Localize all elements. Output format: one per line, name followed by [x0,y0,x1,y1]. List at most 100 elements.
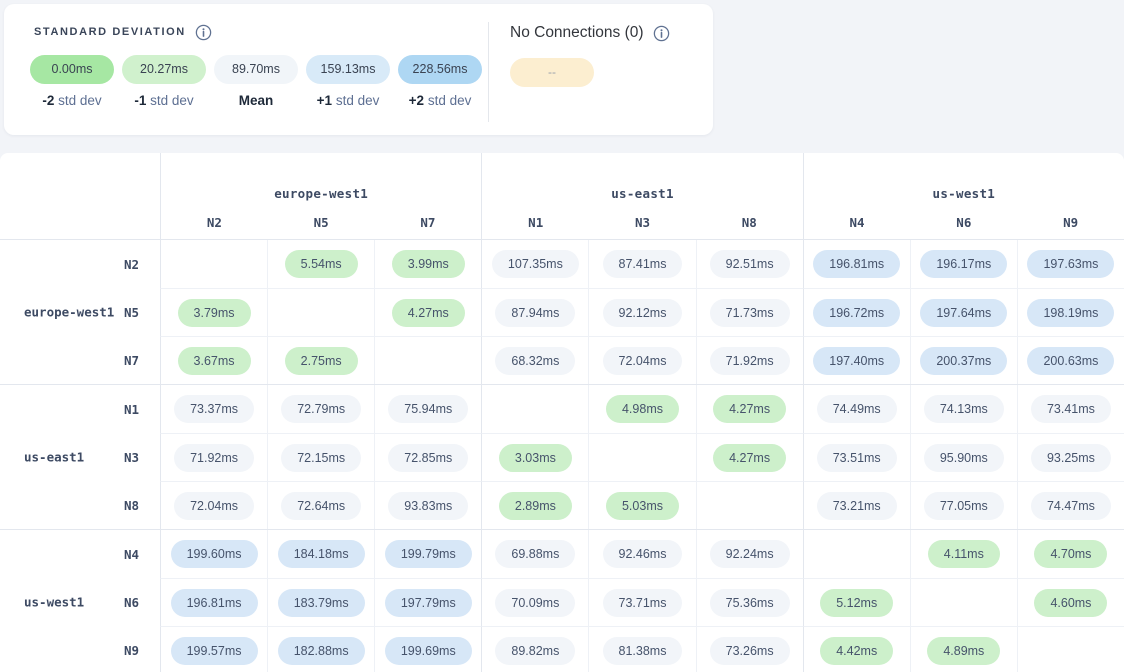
matrix-cell-N7-c9: 200.63ms [1017,336,1124,384]
matrix-cell-N3-c2: 72.15ms [267,433,374,481]
latency-pill[interactable]: 4.11ms [928,540,1000,568]
latency-pill[interactable]: 70.09ms [495,589,575,617]
latency-pill[interactable]: 95.90ms [924,444,1004,472]
latency-pill[interactable]: 4.27ms [713,395,786,423]
latency-pill[interactable]: 4.42ms [820,637,893,665]
matrix-cell-N7-c5: 72.04ms [588,336,695,384]
matrix-cell-N3-c6: 4.27ms [696,433,803,481]
legend-stop-label: -1 std dev [134,93,193,108]
row-header-N8: N8 [0,481,160,529]
latency-pill[interactable]: 3.99ms [392,250,465,278]
latency-pill[interactable]: 92.24ms [710,540,790,568]
legend-pill-value: 0.00ms [30,55,114,84]
latency-pill[interactable]: 93.83ms [388,492,468,520]
latency-pill[interactable]: 199.79ms [385,540,472,568]
latency-pill[interactable]: 199.60ms [171,540,258,568]
latency-pill[interactable]: 3.03ms [499,444,572,472]
latency-pill[interactable]: 87.94ms [495,299,575,327]
latency-pill[interactable]: 69.88ms [495,540,575,568]
latency-pill[interactable]: 183.79ms [278,589,365,617]
latency-pill[interactable]: 3.79ms [178,299,251,327]
latency-pill[interactable]: 75.36ms [710,589,790,617]
latency-pill[interactable]: 72.15ms [281,444,361,472]
latency-pill[interactable]: 71.92ms [710,347,790,375]
latency-pill[interactable]: 74.13ms [924,395,1004,423]
latency-pill[interactable]: 72.04ms [174,492,254,520]
matrix-cell-N1-c6: 4.27ms [696,385,803,433]
latency-pill[interactable]: 93.25ms [1031,444,1111,472]
latency-pill[interactable]: 196.81ms [813,250,900,278]
latency-pill[interactable]: 73.71ms [603,589,683,617]
latency-pill[interactable]: 92.46ms [603,540,683,568]
latency-pill[interactable]: 73.51ms [817,444,897,472]
info-icon[interactable] [195,24,212,41]
latency-pill[interactable]: 74.49ms [817,395,897,423]
latency-pill[interactable]: 197.64ms [920,299,1007,327]
latency-pill[interactable]: 73.26ms [710,637,790,665]
latency-pill[interactable]: 107.35ms [492,250,579,278]
matrix-cell-N1-c5: 4.98ms [588,385,695,433]
latency-pill[interactable]: 196.17ms [920,250,1007,278]
latency-pill[interactable]: 73.21ms [817,492,897,520]
latency-pill[interactable]: 81.38ms [603,637,683,665]
latency-pill[interactable]: 72.64ms [281,492,361,520]
column-header-N2: N2 [161,215,268,230]
row-group-label-europe-west1: europe-west1 [24,305,114,320]
latency-pill[interactable]: 198.19ms [1027,299,1114,327]
latency-pill[interactable]: 77.05ms [924,492,1004,520]
matrix-cell-N6-c3: 197.79ms [374,578,481,626]
latency-pill[interactable]: 2.89ms [499,492,572,520]
latency-pill[interactable]: 87.41ms [603,250,683,278]
latency-pill[interactable]: 200.37ms [920,347,1007,375]
latency-pill[interactable]: 68.32ms [495,347,575,375]
latency-pill[interactable]: 73.41ms [1031,395,1111,423]
matrix-row-N2: N2 5.54ms 3.99ms 107.35ms 87.41ms 92.51ms 196.… [0,240,1124,288]
info-icon[interactable] [653,25,670,42]
latency-pill[interactable]: 75.94ms [388,395,468,423]
latency-pill[interactable]: 4.89ms [927,637,1000,665]
latency-pill[interactable]: 5.12ms [820,589,893,617]
matrix-cell-N3-c9: 93.25ms [1017,433,1124,481]
latency-pill[interactable]: 71.73ms [710,299,790,327]
latency-pill[interactable]: 74.47ms [1031,492,1111,520]
latency-pill[interactable]: 92.51ms [710,250,790,278]
latency-pill[interactable]: 197.79ms [385,589,472,617]
matrix-cell-N3-c7: 73.51ms [803,433,910,481]
latency-pill[interactable]: 4.27ms [392,299,465,327]
matrix-cell-N4-c5: 92.46ms [588,530,695,578]
latency-pill[interactable]: 199.57ms [171,637,258,665]
legend-stop-label: +2 std dev [409,93,472,108]
no-connections-legend: No Connections (0) -- [510,24,670,87]
matrix-cell-N6-c8 [910,578,1017,626]
latency-pill[interactable]: 4.98ms [606,395,679,423]
row-header-N1: N1 [0,385,160,433]
latency-pill[interactable]: 2.75ms [285,347,358,375]
latency-pill[interactable]: 196.72ms [813,299,900,327]
row-header-N2: N2 [0,240,160,288]
latency-pill[interactable]: 3.67ms [178,347,251,375]
latency-pill[interactable]: 72.85ms [388,444,468,472]
latency-pill[interactable]: 72.04ms [603,347,683,375]
latency-pill[interactable]: 92.12ms [603,299,683,327]
latency-pill[interactable]: 4.60ms [1034,589,1107,617]
latency-pill[interactable]: 73.37ms [174,395,254,423]
latency-pill[interactable]: 197.40ms [813,347,900,375]
latency-pill[interactable]: 4.27ms [713,444,786,472]
latency-pill[interactable]: 182.88ms [278,637,365,665]
legend-stop-label: Mean [239,93,274,108]
latency-pill[interactable]: 5.54ms [285,250,358,278]
matrix-cell-N5-c9: 198.19ms [1017,288,1124,336]
column-group-us-west1: us-west1N4N6N9 [803,153,1124,239]
latency-pill[interactable]: 184.18ms [278,540,365,568]
latency-pill[interactable]: 89.82ms [495,637,575,665]
latency-pill[interactable]: 71.92ms [174,444,254,472]
latency-pill[interactable]: 72.79ms [281,395,361,423]
latency-pill[interactable]: 196.81ms [171,589,258,617]
matrix-cell-N5-c8: 197.64ms [910,288,1017,336]
latency-pill[interactable]: 199.69ms [385,637,472,665]
latency-pill[interactable]: 5.03ms [606,492,679,520]
matrix-cell-N7-c2: 2.75ms [267,336,374,384]
latency-pill[interactable]: 4.70ms [1034,540,1107,568]
latency-pill[interactable]: 197.63ms [1027,250,1114,278]
latency-pill[interactable]: 200.63ms [1027,347,1114,375]
